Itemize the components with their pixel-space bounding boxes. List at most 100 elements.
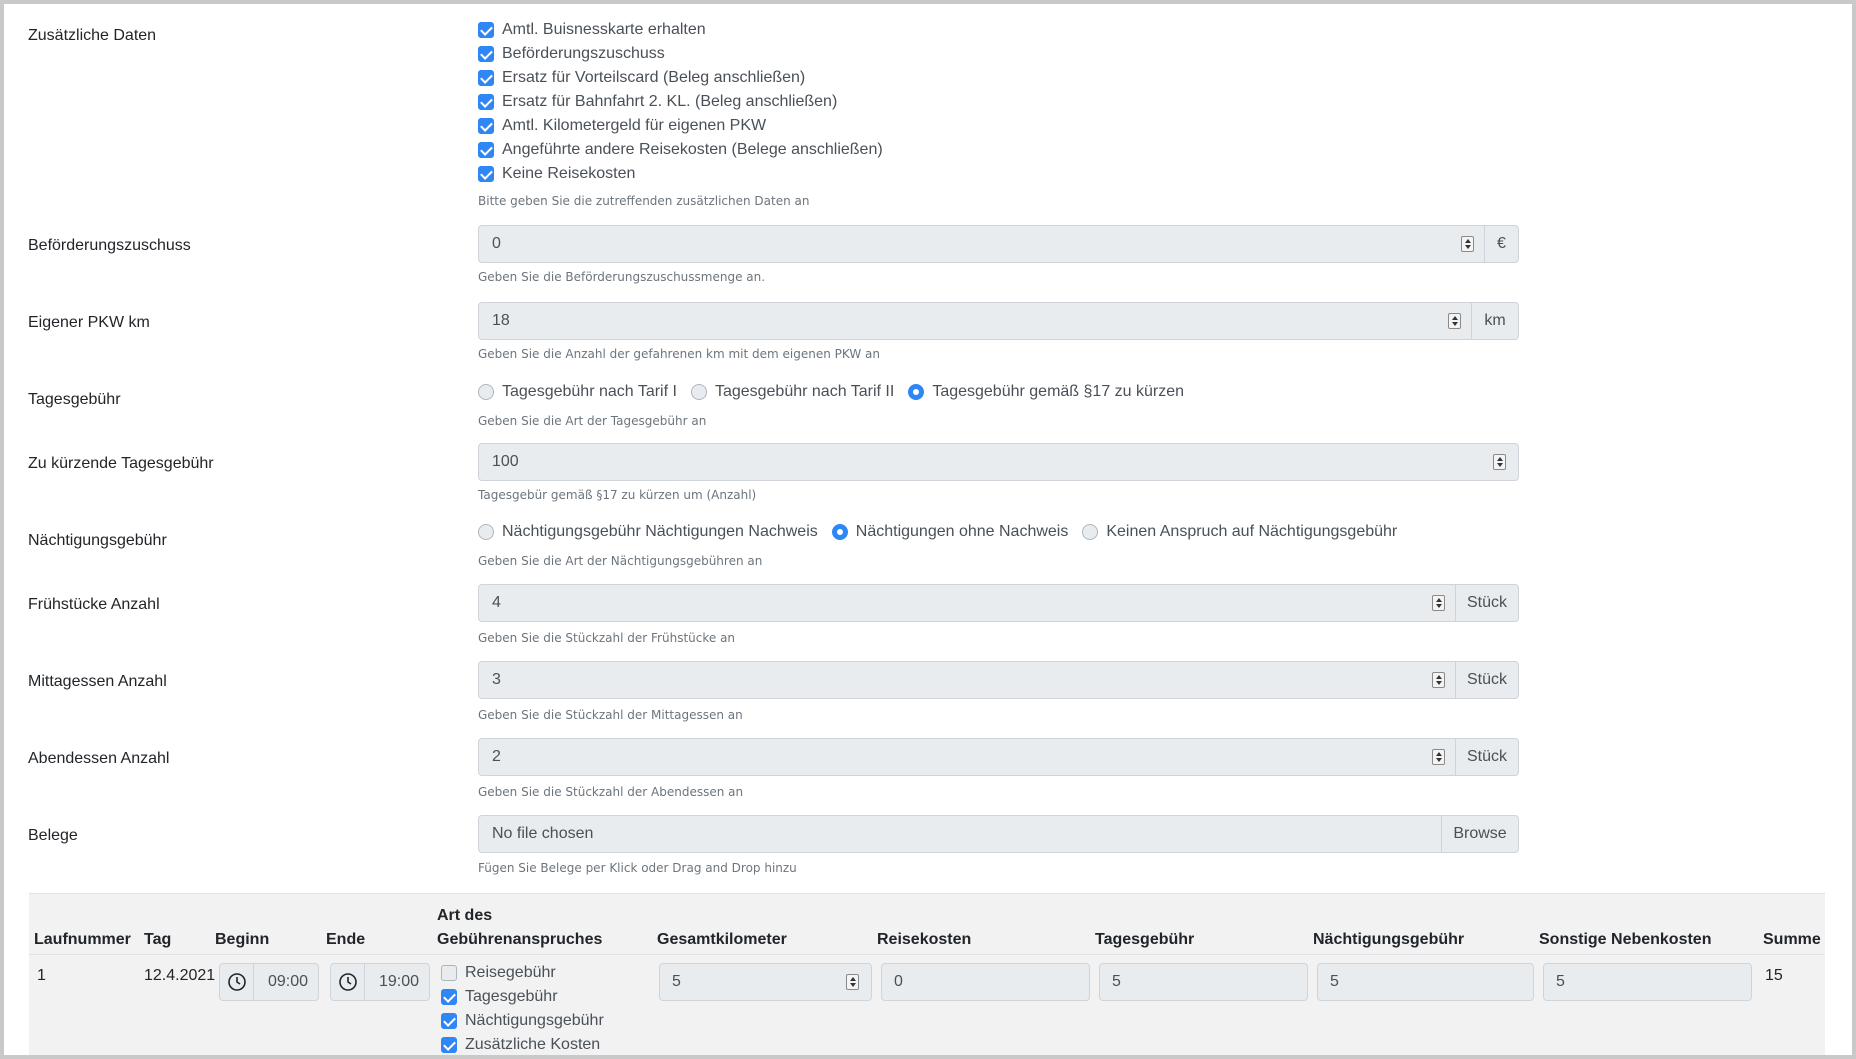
zusatz-help: Bitte geben Sie die zutreffenden zusätzl… xyxy=(478,194,810,208)
pkw-help: Geben Sie die Anzahl der gefahrenen km m… xyxy=(478,347,880,361)
tagesgebuehr-input[interactable]: 5 xyxy=(1099,963,1308,1001)
spinner-icon[interactable] xyxy=(1432,749,1445,765)
tagesgebuehr-help: Geben Sie die Art der Tagesgebühr an xyxy=(478,414,707,428)
pkw-input[interactable]: 18 xyxy=(479,303,1471,339)
naechtigung-label: Nächtigungsgebühr xyxy=(28,532,167,549)
radio[interactable] xyxy=(478,384,494,400)
radio[interactable] xyxy=(690,384,707,400)
naechtigung-ohne-nachweis-option[interactable]: Nächtigungen ohne Nachweis xyxy=(831,523,1068,541)
befoerderung-help: Geben Sie die Beförderungszuschussmenge … xyxy=(478,270,766,284)
reisekosten-input[interactable]: 0 xyxy=(881,963,1090,1001)
th-summe: Summe xyxy=(1763,931,1821,948)
form-page: Zusätzliche Daten Amtl. Buisnesskarte er… xyxy=(4,4,1852,1055)
abend-help: Geben Sie die Stückzahl der Abendessen a… xyxy=(478,785,744,799)
th-reisekosten: Reisekosten xyxy=(877,931,972,948)
checkbox[interactable] xyxy=(441,1037,457,1053)
checkbox[interactable] xyxy=(478,118,494,134)
befoerderung-input[interactable]: 0 xyxy=(479,226,1484,262)
mittag-input[interactable]: 3 xyxy=(479,662,1455,698)
th-ende: Ende xyxy=(326,931,366,948)
kuerzen-label: Zu kürzende Tagesgebühr xyxy=(28,455,214,472)
zusatz-option-keine-reisekosten[interactable]: Keine Reisekosten xyxy=(478,162,635,186)
tagesgebuehr-kuerzen-option[interactable]: Tagesgebühr gemäß §17 zu kürzen xyxy=(908,383,1184,401)
fruehstueck-input-group: 4 Stück xyxy=(478,584,1519,622)
th-sonstige: Sonstige Nebenkosten xyxy=(1539,931,1712,948)
sonstige-input[interactable]: 5 xyxy=(1543,963,1752,1001)
spinner-icon[interactable] xyxy=(1432,672,1445,688)
tagesgebuehr-tarif1-option[interactable]: Tagesgebühr nach Tarif I xyxy=(478,383,677,401)
checkbox[interactable] xyxy=(478,94,494,110)
art-tagesgebuehr[interactable]: Tagesgebühr xyxy=(441,988,558,1006)
art-naechtigung[interactable]: Nächtigungsgebühr xyxy=(441,1012,604,1030)
fruehstueck-help: Geben Sie die Stückzahl der Frühstücke a… xyxy=(478,631,736,645)
befoerderung-input-group: 0 € xyxy=(478,225,1519,263)
art-reisegebuehr[interactable]: Reisegebühr xyxy=(441,964,556,982)
spinner-icon[interactable] xyxy=(1432,595,1445,611)
zusatz-label: Zusätzliche Daten xyxy=(28,27,157,44)
tagesgebuehr-radio-group: Tagesgebühr nach Tarif I Tagesgebühr nac… xyxy=(478,380,1198,404)
abend-input[interactable]: 2 xyxy=(479,739,1455,775)
gebuehren-table: Laufnummer Tag Beginn Ende Art des Gebüh… xyxy=(29,893,1825,1055)
naechtigung-nachweis-option[interactable]: Nächtigungsgebühr Nächtigungen Nachweis xyxy=(478,523,818,541)
spinner-icon[interactable] xyxy=(1493,454,1506,470)
zusatz-option-befoerderung[interactable]: Beförderungszuschuss xyxy=(478,42,665,66)
art-zusaetzliche-kosten[interactable]: Zusätzliche Kosten xyxy=(441,1036,600,1054)
fruehstueck-label: Frühstücke Anzahl xyxy=(28,596,160,613)
spinner-icon[interactable] xyxy=(1448,313,1461,329)
befoerderung-label: Beförderungszuschuss xyxy=(28,237,191,254)
checkbox[interactable] xyxy=(478,166,494,182)
belege-help: Fügen Sie Belege per Klick oder Drag and… xyxy=(478,861,797,875)
cell-summe: 15 xyxy=(1765,967,1783,984)
belege-file-input[interactable]: No file chosen Browse xyxy=(478,815,1519,853)
checkbox[interactable] xyxy=(441,1013,457,1029)
spinner-icon[interactable] xyxy=(1461,236,1474,252)
zusatz-option-buisnesskarte[interactable]: Amtl. Buisnesskarte erhalten xyxy=(478,18,706,42)
fruehstueck-input[interactable]: 4 xyxy=(479,585,1455,621)
naechtigung-kein-anspruch-option[interactable]: Keinen Anspruch auf Nächtigungsgebühr xyxy=(1082,523,1397,541)
ende-time-input[interactable]: 19:00 xyxy=(330,963,430,1001)
radio-selected[interactable] xyxy=(831,524,848,540)
radio[interactable] xyxy=(1082,524,1099,540)
th-art-line2: Gebührenanspruches xyxy=(437,931,603,948)
stueck-addon: Stück xyxy=(1455,662,1518,698)
th-art-line1: Art des xyxy=(437,907,493,924)
clock-icon xyxy=(331,964,365,1000)
tagesgebuehr-label: Tagesgebühr xyxy=(28,391,121,408)
checkbox[interactable] xyxy=(478,46,494,62)
km-addon: km xyxy=(1471,303,1518,339)
checkbox[interactable] xyxy=(478,70,494,86)
kuerzen-help: Tagesgebür gemäß §17 zu kürzen um (Anzah… xyxy=(478,488,757,502)
euro-addon: € xyxy=(1484,226,1518,262)
cell-laufnummer: 1 xyxy=(37,967,46,984)
gesamtkm-input[interactable]: 5 xyxy=(659,963,872,1001)
header-divider xyxy=(29,954,1825,955)
checkbox[interactable] xyxy=(441,989,457,1005)
browse-button[interactable]: Browse xyxy=(1441,816,1518,852)
radio[interactable] xyxy=(478,524,494,540)
checkbox[interactable] xyxy=(478,22,494,38)
mittag-help: Geben Sie die Stückzahl der Mittagessen … xyxy=(478,708,743,722)
pkw-label: Eigener PKW km xyxy=(28,314,150,331)
naechtigung-help: Geben Sie die Art der Nächtigungsgebühre… xyxy=(478,554,763,568)
abend-label: Abendessen Anzahl xyxy=(28,750,170,767)
spinner-icon[interactable] xyxy=(846,974,859,990)
pkw-input-group: 18 km xyxy=(478,302,1519,340)
zusatz-option-kilometergeld[interactable]: Amtl. Kilometergeld für eigenen PKW xyxy=(478,114,766,138)
th-naechtigung: Nächtigungsgebühr xyxy=(1313,931,1465,948)
mittag-label: Mittagessen Anzahl xyxy=(28,673,167,690)
naechtigung-radio-group: Nächtigungsgebühr Nächtigungen Nachweis … xyxy=(478,520,1411,544)
checkbox[interactable] xyxy=(441,965,457,981)
radio-selected[interactable] xyxy=(908,384,925,400)
abend-input-group: 2 Stück xyxy=(478,738,1519,776)
th-gesamtkm: Gesamtkilometer xyxy=(657,931,787,948)
kuerzen-input[interactable]: 100 xyxy=(479,444,1518,480)
zusatz-option-bahnfahrt[interactable]: Ersatz für Bahnfahrt 2. KL. (Beleg ansch… xyxy=(478,90,837,114)
beginn-time-input[interactable]: 09:00 xyxy=(219,963,319,1001)
zusatz-option-vorteilscard[interactable]: Ersatz für Vorteilscard (Beleg anschließ… xyxy=(478,66,805,90)
stueck-addon: Stück xyxy=(1455,739,1518,775)
th-tag: Tag xyxy=(144,931,172,948)
checkbox[interactable] xyxy=(478,142,494,158)
zusatz-option-andere-reisekosten[interactable]: Angeführte andere Reisekosten (Belege an… xyxy=(478,138,883,162)
tagesgebuehr-tarif2-option[interactable]: Tagesgebühr nach Tarif II xyxy=(690,383,894,401)
naechtigung-input[interactable]: 5 xyxy=(1317,963,1534,1001)
